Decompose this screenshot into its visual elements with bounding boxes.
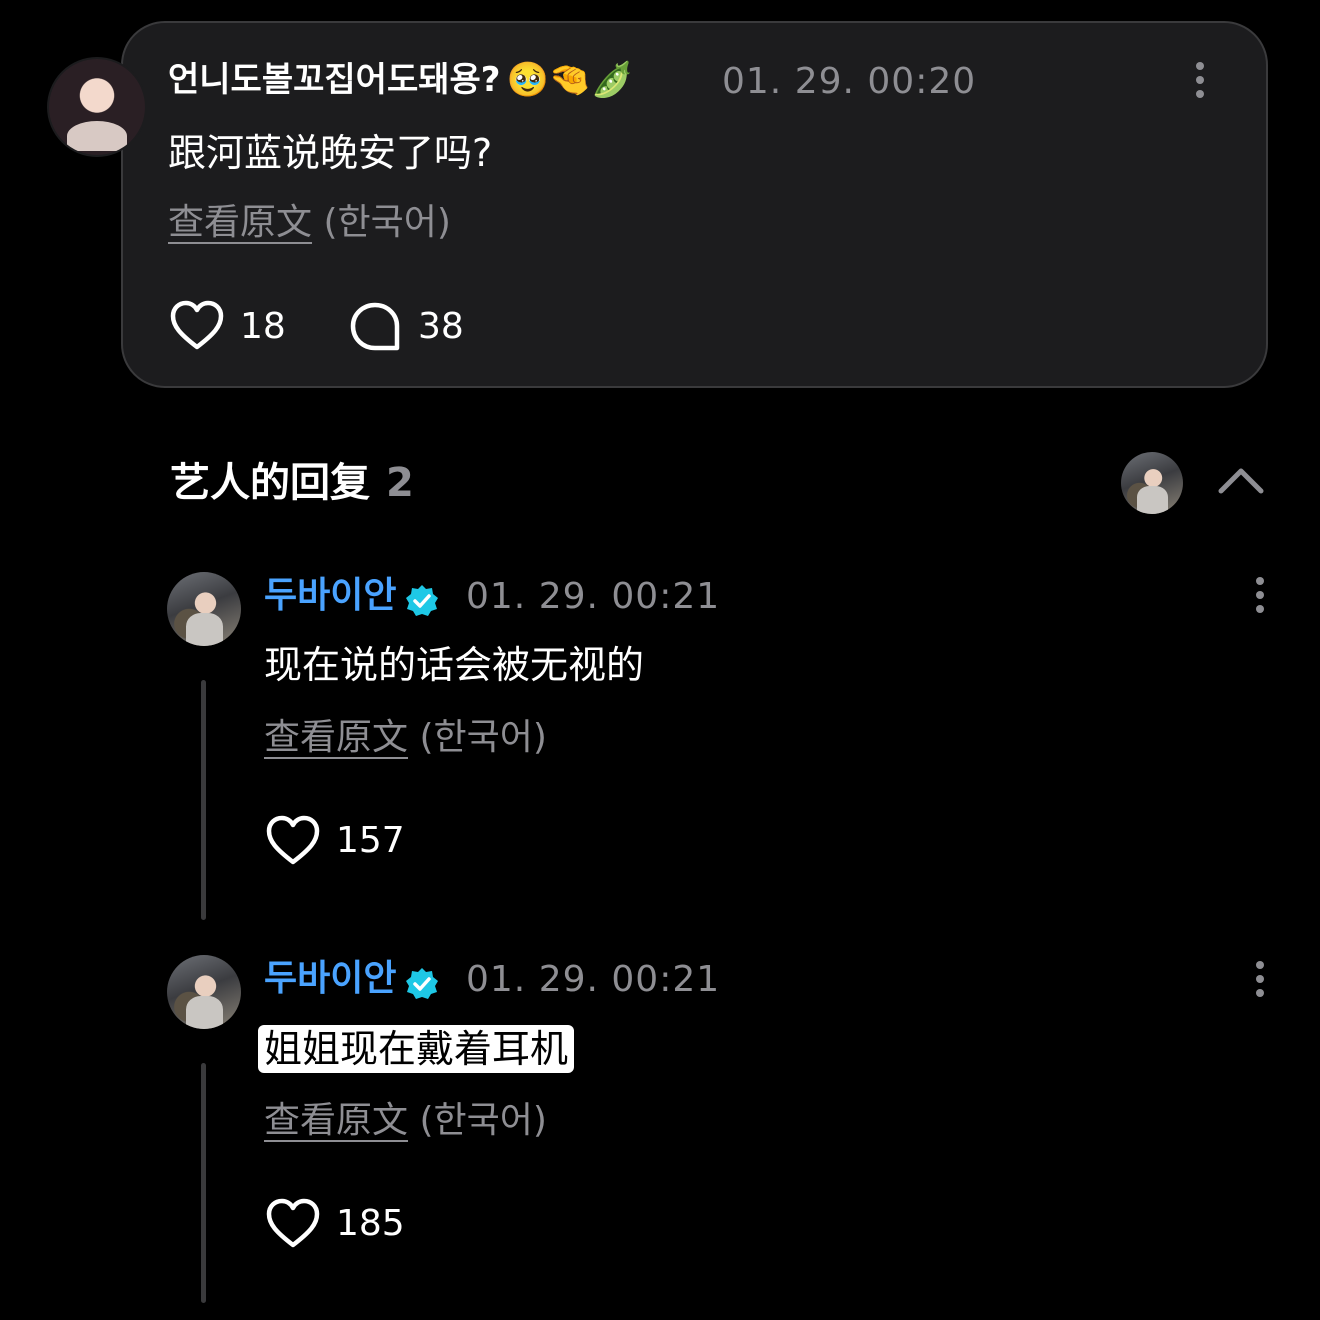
post-username[interactable]: 언니도볼꼬집어도돼용? — [168, 60, 501, 100]
reply-1-more-icon[interactable] — [1254, 577, 1266, 617]
reply-1-avatar[interactable] — [167, 572, 241, 646]
reply-2-text-container: 姐姐现在戴着耳机 — [258, 1024, 575, 1074]
artist-header-avatar — [1121, 452, 1183, 514]
post-translate-row: 查看原文 (한국어) — [168, 200, 451, 246]
reply-1-text: 现在说的话会被无视的 — [264, 643, 645, 687]
artist-replies-count: 2 — [386, 460, 414, 506]
reply-2-thread-line — [201, 1063, 206, 1303]
reply-1-translate-language: (한국어) — [419, 717, 547, 758]
post-heart-icon[interactable] — [170, 300, 224, 352]
post-username-emojis: 🥹🤏🫛 — [506, 60, 634, 100]
reply-2-username[interactable]: 두바이안 — [264, 958, 396, 999]
reply-2-timestamp: 01. 29. 00:21 — [466, 959, 721, 1000]
reply-1-header: 두바이안 — [264, 574, 440, 623]
post-comment-count: 38 — [418, 306, 464, 347]
reply-2-translate-row: 查看原文 (한국어) — [264, 1098, 547, 1144]
reply-2-verified-badge-icon — [404, 966, 440, 1006]
reply-1-view-original-link[interactable]: 查看原文 — [264, 717, 408, 758]
reply-2-header: 두바이안 — [264, 957, 440, 1006]
reply-2-avatar[interactable] — [167, 955, 241, 1029]
post-translate-language: (한국어) — [323, 202, 451, 243]
post-more-icon[interactable] — [1194, 62, 1206, 102]
reply-1-verified-badge-icon — [404, 583, 440, 623]
reply-1-username[interactable]: 두바이안 — [264, 575, 396, 616]
post-header: 언니도볼꼬집어도돼용? 🥹🤏🫛 — [168, 58, 634, 102]
reply-1-timestamp: 01. 29. 00:21 — [466, 576, 721, 617]
reply-1-heart-icon[interactable] — [266, 815, 320, 867]
reply-2-text: 姐姐现在戴着耳机 — [258, 1025, 575, 1073]
reply-2-more-icon[interactable] — [1254, 961, 1266, 1001]
artist-replies-header: 艺人的回复 2 — [170, 458, 414, 508]
post-view-original-link[interactable]: 查看原文 — [168, 202, 312, 243]
reply-2-heart-icon[interactable] — [266, 1198, 320, 1250]
reply-2-view-original-link[interactable]: 查看原文 — [264, 1100, 408, 1141]
reply-1-thread-line — [201, 680, 206, 920]
post-comment-icon[interactable] — [350, 302, 400, 352]
post-text: 跟河蓝说晚安了吗? — [168, 131, 493, 175]
collapse-chevron-up-icon[interactable] — [1216, 462, 1266, 496]
reply-1-translate-row: 查看原文 (한국어) — [264, 715, 547, 761]
reply-2-translate-language: (한국어) — [419, 1100, 547, 1141]
fan-avatar[interactable] — [47, 57, 147, 157]
reply-2-like-count: 185 — [336, 1203, 405, 1244]
post-like-count: 18 — [240, 306, 286, 347]
reply-1-like-count: 157 — [336, 820, 405, 861]
post-timestamp: 01. 29. 00:20 — [722, 61, 977, 102]
artist-replies-title: 艺人的回复 — [170, 460, 370, 506]
